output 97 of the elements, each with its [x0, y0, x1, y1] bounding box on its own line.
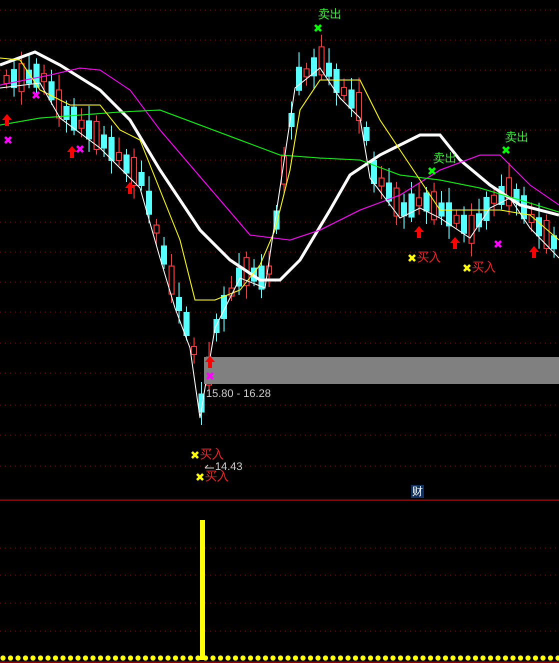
candlestick	[296, 52, 302, 96]
candlestick	[348, 78, 354, 118]
candlestick	[94, 115, 100, 155]
candlestick	[131, 148, 137, 199]
candlestick	[484, 191, 490, 230]
cross-mark-icon	[314, 24, 322, 32]
candlestick	[401, 193, 407, 230]
candlestick	[191, 337, 197, 364]
candlestick	[124, 148, 130, 182]
price-range-label: 15.80 - 16.28	[206, 389, 271, 400]
candlestick	[138, 160, 144, 191]
candlestick	[266, 250, 272, 288]
up-arrow-icon	[414, 226, 424, 238]
candlestick	[86, 105, 92, 152]
candlestick	[544, 214, 550, 254]
cross-mark-icon	[428, 166, 436, 176]
candlestick	[161, 236, 167, 270]
candlestick	[56, 74, 62, 128]
candlestick	[64, 100, 70, 133]
cross-mark-icon	[76, 144, 84, 154]
buy-signal-label: 买入	[417, 251, 441, 263]
up-arrow-icon	[450, 237, 460, 249]
cross-mark-icon	[408, 254, 416, 262]
candlestick	[536, 202, 542, 250]
candlestick	[258, 254, 264, 299]
cross-mark-icon	[462, 264, 472, 272]
candlestick	[506, 162, 512, 216]
candlestick	[154, 218, 160, 246]
candlestick	[386, 168, 392, 206]
cross-mark-icon	[4, 136, 12, 144]
cross-mark-icon	[494, 240, 502, 248]
candlestick	[551, 226, 557, 258]
candlestick	[168, 254, 174, 304]
candlestick	[424, 186, 430, 224]
candlestick	[378, 166, 384, 200]
candlestick	[476, 198, 482, 232]
candlestick	[41, 64, 47, 96]
candlestick	[26, 54, 32, 89]
candlestick	[326, 48, 332, 86]
candlestick	[318, 34, 324, 80]
sell-signal-label: 卖出	[505, 131, 529, 143]
cross-mark-icon	[32, 90, 40, 100]
up-arrow-icon	[67, 146, 77, 158]
sell-signal-label: 卖出	[318, 8, 342, 20]
buy-signal-label: 买入	[200, 448, 224, 460]
candlestick	[408, 182, 414, 222]
candlestick	[461, 206, 467, 243]
candlestick	[236, 252, 242, 296]
candlestick	[108, 125, 114, 174]
up-arrow-icon	[125, 182, 135, 194]
buy-signal-label: 买入	[205, 470, 229, 482]
up-arrow-icon	[2, 114, 12, 126]
candlestick	[431, 182, 437, 226]
candlestick	[101, 126, 107, 158]
candlestick	[281, 146, 287, 194]
candlestick	[514, 183, 520, 216]
marker-badge: 财	[411, 485, 424, 498]
candlestick	[78, 108, 84, 138]
candlestick	[18, 51, 24, 106]
up-arrow-icon	[529, 246, 539, 258]
sell-signal-label: 卖出	[433, 152, 457, 164]
candlestick	[11, 60, 17, 98]
candlestick	[146, 176, 152, 224]
cross-mark-icon	[196, 472, 204, 482]
candlestick	[454, 208, 460, 229]
candlestick	[528, 202, 534, 232]
candlestick	[221, 286, 227, 332]
cross-mark-icon	[190, 450, 200, 460]
candlestick	[416, 182, 422, 216]
candlestick	[214, 313, 220, 342]
candlestick	[184, 306, 190, 341]
buy-signal-label: 买入	[472, 261, 496, 273]
cross-mark-icon	[502, 146, 510, 154]
candlestick	[4, 69, 10, 89]
candlestick	[446, 187, 452, 240]
candlestick	[341, 78, 347, 101]
candlestick	[71, 98, 77, 136]
candlestick	[438, 190, 444, 226]
candlestick	[498, 174, 504, 210]
candlestick	[274, 204, 280, 234]
candlestick	[521, 186, 527, 224]
candlestick	[371, 151, 377, 193]
candlestick	[228, 276, 234, 302]
candlestick	[468, 202, 474, 257]
candlestick	[244, 251, 250, 300]
candlestick	[334, 63, 340, 106]
candlestick	[176, 282, 182, 324]
leader-line	[204, 464, 214, 468]
candlestick	[288, 101, 294, 140]
candlestick	[304, 62, 310, 86]
candlestick	[251, 258, 257, 287]
candlestick	[364, 121, 370, 146]
candlestick	[48, 69, 54, 106]
candlestick	[311, 48, 317, 90]
candlestick	[356, 77, 362, 134]
candlestick	[116, 137, 122, 166]
candlestick	[394, 182, 400, 226]
